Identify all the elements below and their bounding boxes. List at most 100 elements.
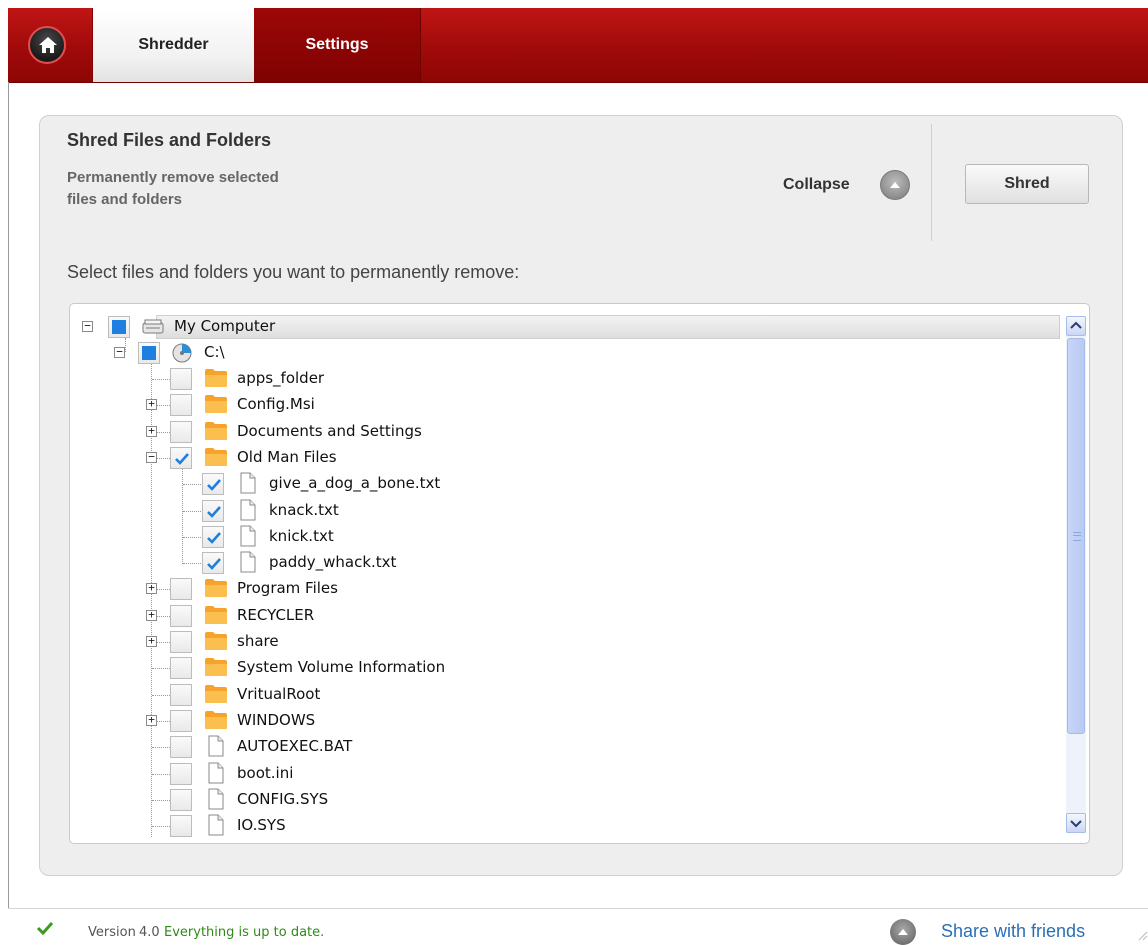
expand-toggle[interactable]: + xyxy=(146,425,157,437)
tree-label: WINDOWS xyxy=(237,711,316,729)
expand-toggle[interactable]: + xyxy=(146,714,157,726)
tree-label: share xyxy=(237,632,279,650)
checkbox-unchecked[interactable] xyxy=(170,763,192,785)
checkbox-unchecked[interactable] xyxy=(170,815,192,837)
shred-button[interactable]: Shred xyxy=(965,164,1089,204)
tree-row-give-a-dog-a-bone-txt[interactable]: give_a_dog_a_bone.txt xyxy=(70,471,1060,497)
tree-row-paddy-whack-txt[interactable]: paddy_whack.txt xyxy=(70,550,1060,576)
tree-connector xyxy=(152,774,170,775)
expand-toggle[interactable]: + xyxy=(146,609,157,621)
tree-row-io-sys[interactable]: IO.SYS xyxy=(70,813,1060,839)
checkbox-unchecked[interactable] xyxy=(170,710,192,732)
checkbox-my-computer[interactable] xyxy=(108,316,130,338)
tree-label: RECYCLER xyxy=(237,606,315,624)
checkbox-unchecked[interactable] xyxy=(170,421,192,443)
tree-label: VritualRoot xyxy=(237,685,321,703)
tree-label: knack.txt xyxy=(269,501,339,519)
share-button[interactable] xyxy=(890,919,916,945)
tree-row-windows[interactable]: + WINDOWS xyxy=(70,708,1060,734)
checkbox-checked[interactable] xyxy=(202,473,224,495)
checkbox-unchecked[interactable] xyxy=(170,394,192,416)
scroll-up-button[interactable] xyxy=(1066,316,1086,336)
tab-shredder-label: Shredder xyxy=(138,36,209,53)
checkbox-unchecked[interactable] xyxy=(170,684,192,706)
checkbox-drive-c[interactable] xyxy=(138,342,160,364)
tree-row-config-sys[interactable]: CONFIG.SYS xyxy=(70,787,1060,813)
chevron-up-icon xyxy=(890,182,900,188)
checkbox-checked[interactable] xyxy=(202,500,224,522)
scroll-thumb[interactable] xyxy=(1067,338,1085,734)
tree-connector xyxy=(152,747,170,748)
tab-shredder[interactable]: Shredder xyxy=(92,8,255,82)
collapse-label[interactable]: Collapse xyxy=(783,176,850,194)
checkbox-unchecked[interactable] xyxy=(170,736,192,758)
checkbox-unchecked[interactable] xyxy=(170,631,192,653)
tree-scrollbar[interactable] xyxy=(1066,316,1086,833)
tree-connector xyxy=(183,484,201,485)
expand-toggle[interactable]: + xyxy=(146,582,157,594)
tree-label: System Volume Information xyxy=(237,658,446,676)
tree-row-recycler[interactable]: + RECYCLER xyxy=(70,603,1060,629)
tree-row-drive-c[interactable]: − C:\ xyxy=(70,340,1060,366)
checkbox-unchecked[interactable] xyxy=(170,789,192,811)
tree-label: CONFIG.SYS xyxy=(237,790,329,808)
tree-connector xyxy=(183,537,201,538)
tree-connector xyxy=(152,668,170,669)
checkmark-icon xyxy=(207,479,221,491)
tree-row-vritualroot[interactable]: VritualRoot xyxy=(70,682,1060,708)
checkbox-checked[interactable] xyxy=(202,526,224,548)
tree-row-documents-and-settings[interactable]: + Documents and Settings xyxy=(70,419,1060,445)
file-icon xyxy=(208,735,224,757)
tree-row-old-man-files[interactable]: − Old Man Files xyxy=(70,445,1060,471)
tree-label: Documents and Settings xyxy=(237,422,422,440)
checkbox-unchecked[interactable] xyxy=(170,605,192,627)
folder-icon xyxy=(205,422,227,440)
checkmark-icon xyxy=(207,558,221,570)
panel-description: Permanently remove selected files and fo… xyxy=(67,169,279,208)
collapse-toggle[interactable]: − xyxy=(114,346,125,358)
collapse-toggle[interactable]: − xyxy=(146,451,157,463)
file-icon xyxy=(208,788,224,810)
tree-row-knack-txt[interactable]: knack.txt xyxy=(70,498,1060,524)
tree-row-program-files[interactable]: + Program Files xyxy=(70,576,1060,602)
file-tree[interactable]: − My Computer − C:\ apps_folder + Config.M… xyxy=(69,303,1090,844)
selection-prompt: Select files and folders you want to per… xyxy=(67,262,520,282)
top-bar: Shredder Settings xyxy=(8,8,1148,83)
collapse-toggle[interactable]: − xyxy=(82,320,93,332)
tree-row-apps-folder[interactable]: apps_folder xyxy=(70,366,1060,392)
tree-row-autoexec-bat[interactable]: AUTOEXEC.BAT xyxy=(70,734,1060,760)
home-button[interactable] xyxy=(28,26,66,64)
tree-label: give_a_dog_a_bone.txt xyxy=(269,474,441,492)
tree-row-config-msi[interactable]: + Config.Msi xyxy=(70,392,1060,418)
tab-settings[interactable]: Settings xyxy=(254,8,421,82)
tree-row-system-volume-information[interactable]: System Volume Information xyxy=(70,655,1060,681)
file-icon xyxy=(240,525,256,547)
drive-icon xyxy=(172,343,192,363)
checkbox-checked[interactable] xyxy=(202,552,224,574)
tree-row-my-computer[interactable]: − My Computer xyxy=(70,314,1060,340)
checkbox-unchecked[interactable] xyxy=(170,578,192,600)
collapse-button[interactable] xyxy=(880,170,910,200)
file-icon xyxy=(240,499,256,521)
tree-connector xyxy=(183,563,201,564)
tab-settings-label: Settings xyxy=(305,36,369,53)
tree-row-boot-ini[interactable]: boot.ini xyxy=(70,761,1060,787)
tree-row-share[interactable]: + share xyxy=(70,629,1060,655)
divider xyxy=(931,124,932,241)
tree-connector xyxy=(152,800,170,801)
scroll-down-button[interactable] xyxy=(1066,813,1086,833)
checkmark-icon xyxy=(207,506,221,518)
tree-label: Config.Msi xyxy=(237,395,315,413)
folder-icon xyxy=(205,658,227,676)
expand-toggle[interactable]: + xyxy=(146,635,157,647)
tree-connector xyxy=(152,826,170,827)
tree-row-knick-txt[interactable]: knick.txt xyxy=(70,524,1060,550)
checkbox-unchecked[interactable] xyxy=(170,657,192,679)
checkbox-unchecked[interactable] xyxy=(170,368,192,390)
resize-grip-icon[interactable] xyxy=(1136,929,1148,941)
chevron-up-icon xyxy=(898,929,908,935)
share-link[interactable]: Share with friends xyxy=(941,921,1085,942)
computer-icon xyxy=(142,319,164,334)
expand-toggle[interactable]: + xyxy=(146,398,157,410)
checkbox-checked[interactable] xyxy=(170,447,192,469)
